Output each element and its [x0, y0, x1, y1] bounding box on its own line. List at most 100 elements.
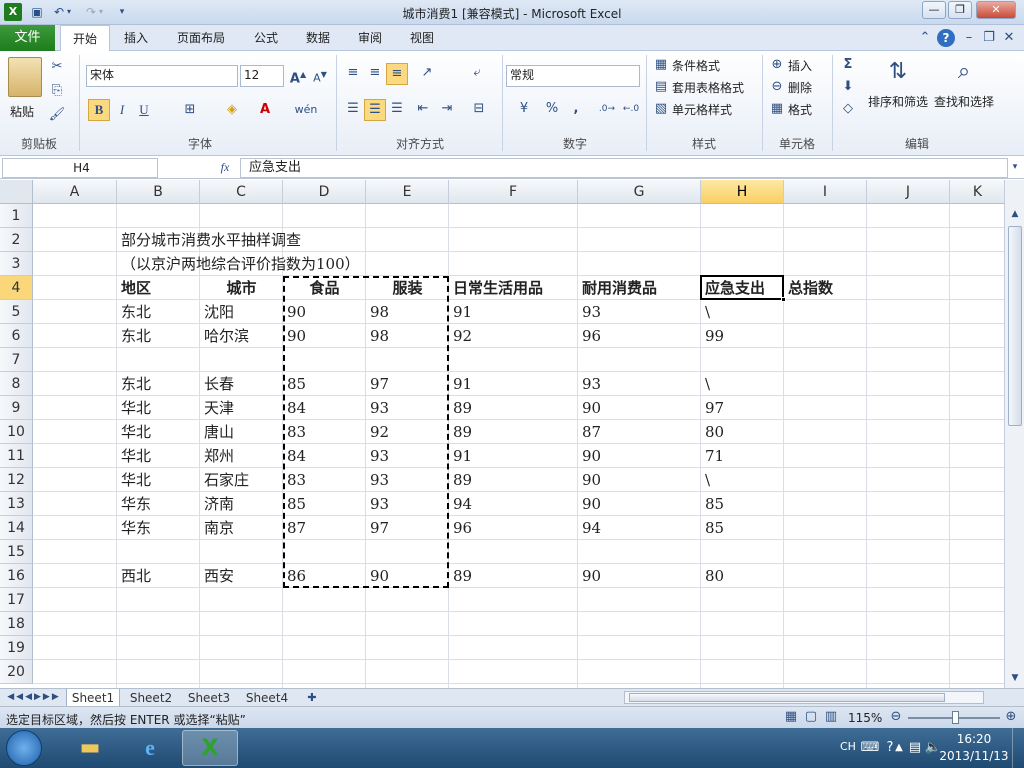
data-cell[interactable]: 华北	[117, 396, 200, 420]
column-heading[interactable]: 耐用消费品	[578, 276, 701, 300]
fill-color-icon[interactable]: ◈	[220, 100, 244, 120]
underline-button[interactable]: U	[134, 100, 154, 120]
data-cell[interactable]: 华北	[117, 444, 200, 468]
percent-button[interactable]: %	[542, 99, 562, 119]
data-cell[interactable]: 91	[449, 372, 578, 396]
data-cell[interactable]: 长春	[200, 372, 283, 396]
data-cell[interactable]: 90	[366, 564, 449, 588]
align-right-icon[interactable]: ☰	[386, 99, 408, 119]
data-cell[interactable]: 93	[366, 468, 449, 492]
data-cell[interactable]: 85	[283, 492, 366, 516]
horizontal-scrollbar[interactable]	[624, 691, 984, 704]
row-header-6[interactable]: 6	[0, 324, 33, 348]
data-cell[interactable]: 97	[366, 516, 449, 540]
cell-styles-button[interactable]: 单元格样式	[672, 101, 732, 118]
data-cell[interactable]: 唐山	[200, 420, 283, 444]
column-header-j[interactable]: J	[867, 180, 950, 204]
data-cell[interactable]: 90	[578, 444, 701, 468]
format-cells-button[interactable]: 格式	[788, 101, 812, 118]
data-cell[interactable]: 天津	[200, 396, 283, 420]
column-heading[interactable]: 总指数	[784, 276, 867, 300]
sheet-tab-3[interactable]: Sheet3	[182, 689, 236, 707]
column-header-b[interactable]: B	[117, 180, 200, 204]
page-break-view-icon[interactable]: ▥	[822, 707, 840, 727]
column-header-h[interactable]: H	[701, 180, 784, 204]
column-header-i[interactable]: I	[784, 180, 867, 204]
column-heading[interactable]: 日常生活用品	[449, 276, 578, 300]
italic-button[interactable]: I	[112, 100, 132, 120]
tab-page-layout[interactable]: 页面布局	[168, 25, 234, 51]
fill-handle[interactable]	[781, 297, 786, 302]
tab-file[interactable]: 文件	[0, 25, 55, 51]
insert-function-button[interactable]: fx	[214, 157, 236, 177]
data-cell[interactable]: 92	[449, 324, 578, 348]
minimize-button[interactable]: —	[922, 1, 946, 19]
insert-cells-icon[interactable]: ⊕	[768, 55, 786, 75]
new-sheet-icon[interactable]: ✚	[302, 688, 322, 708]
internet-explorer-icon[interactable]: e	[122, 730, 178, 766]
keyboard-icon[interactable]: ⌨	[860, 738, 880, 758]
data-cell[interactable]: 93	[366, 492, 449, 516]
data-cell[interactable]: 98	[366, 300, 449, 324]
data-cell[interactable]: 84	[283, 396, 366, 420]
comma-button[interactable]: ,	[566, 99, 586, 119]
data-cell[interactable]: 华东	[117, 516, 200, 540]
zoom-out-icon[interactable]: ⊖	[888, 707, 904, 727]
row-header-8[interactable]: 8	[0, 372, 33, 396]
data-cell[interactable]: 89	[449, 468, 578, 492]
conditional-format-icon[interactable]: ▦	[652, 55, 670, 75]
column-heading[interactable]: 城市	[200, 276, 283, 300]
find-select-icon[interactable]: ⌕	[946, 55, 982, 89]
merge-center-icon[interactable]: ⊟	[466, 99, 492, 119]
table-format-icon[interactable]: ▤	[652, 77, 670, 97]
worksheet-grid[interactable]: A B C D E F G H I J K 1 2 3 4 5 6 7 8 9 10 11 12 13 14 15 16 17 18 19…	[0, 180, 1004, 688]
data-cell[interactable]: 93	[366, 396, 449, 420]
language-indicator[interactable]: CH	[840, 740, 856, 753]
decrease-indent-icon[interactable]: ⇤	[412, 99, 434, 119]
row-header-10[interactable]: 10	[0, 420, 33, 444]
workbook-restore-icon[interactable]: ❐	[980, 28, 998, 48]
decrease-decimal-icon[interactable]: ←.0	[620, 99, 642, 119]
data-cell[interactable]: 80	[701, 564, 784, 588]
data-cell[interactable]: 85	[701, 516, 784, 540]
paste-button[interactable]: 粘贴	[10, 103, 34, 120]
data-cell[interactable]: 华北	[117, 468, 200, 492]
format-painter-icon[interactable]: 🖌	[46, 105, 68, 125]
maximize-button[interactable]: ❐	[948, 1, 972, 19]
tab-formulas[interactable]: 公式	[244, 25, 288, 51]
data-cell[interactable]: 96	[449, 516, 578, 540]
currency-icon[interactable]: ¥	[510, 99, 538, 119]
row-header-14[interactable]: 14	[0, 516, 33, 540]
data-cell[interactable]: 87	[578, 420, 701, 444]
align-center-icon[interactable]: ☰	[364, 99, 386, 121]
data-cell[interactable]: 80	[701, 420, 784, 444]
close-button[interactable]: ✕	[976, 1, 1016, 19]
row-header-2[interactable]: 2	[0, 228, 33, 252]
increase-decimal-icon[interactable]: .0→	[596, 99, 618, 119]
network-icon[interactable]: ▤	[906, 738, 924, 758]
row-header-9[interactable]: 9	[0, 396, 33, 420]
explorer-icon[interactable]: ▬	[62, 730, 118, 766]
data-cell[interactable]: \	[701, 372, 784, 396]
orientation-icon[interactable]: ↗	[414, 63, 440, 83]
data-cell[interactable]: 华北	[117, 420, 200, 444]
select-all-button[interactable]	[0, 180, 33, 204]
row-header-3[interactable]: 3	[0, 252, 33, 276]
cut-icon[interactable]: ✂	[46, 57, 68, 77]
data-cell[interactable]: 济南	[200, 492, 283, 516]
data-cell[interactable]: 东北	[117, 300, 200, 324]
insert-cells-button[interactable]: 插入	[788, 57, 812, 74]
data-cell[interactable]: 90	[578, 492, 701, 516]
clock-time[interactable]: 16:20	[944, 732, 1004, 746]
sort-filter-button[interactable]: 排序和筛选	[868, 93, 928, 110]
conditional-format-button[interactable]: 条件格式	[672, 57, 720, 74]
align-top-icon[interactable]: ≡	[342, 63, 364, 83]
normal-view-icon[interactable]: ▦	[782, 707, 800, 727]
column-heading[interactable]: 食品	[283, 276, 366, 300]
align-bottom-icon[interactable]: ≡	[386, 63, 408, 85]
zoom-slider-thumb[interactable]	[952, 711, 959, 724]
formula-input[interactable]: 应急支出	[240, 158, 1008, 178]
expand-formula-icon[interactable]: ▾	[1008, 157, 1022, 177]
tab-data[interactable]: 数据	[296, 25, 340, 51]
sheet-tab-4[interactable]: Sheet4	[240, 689, 294, 707]
